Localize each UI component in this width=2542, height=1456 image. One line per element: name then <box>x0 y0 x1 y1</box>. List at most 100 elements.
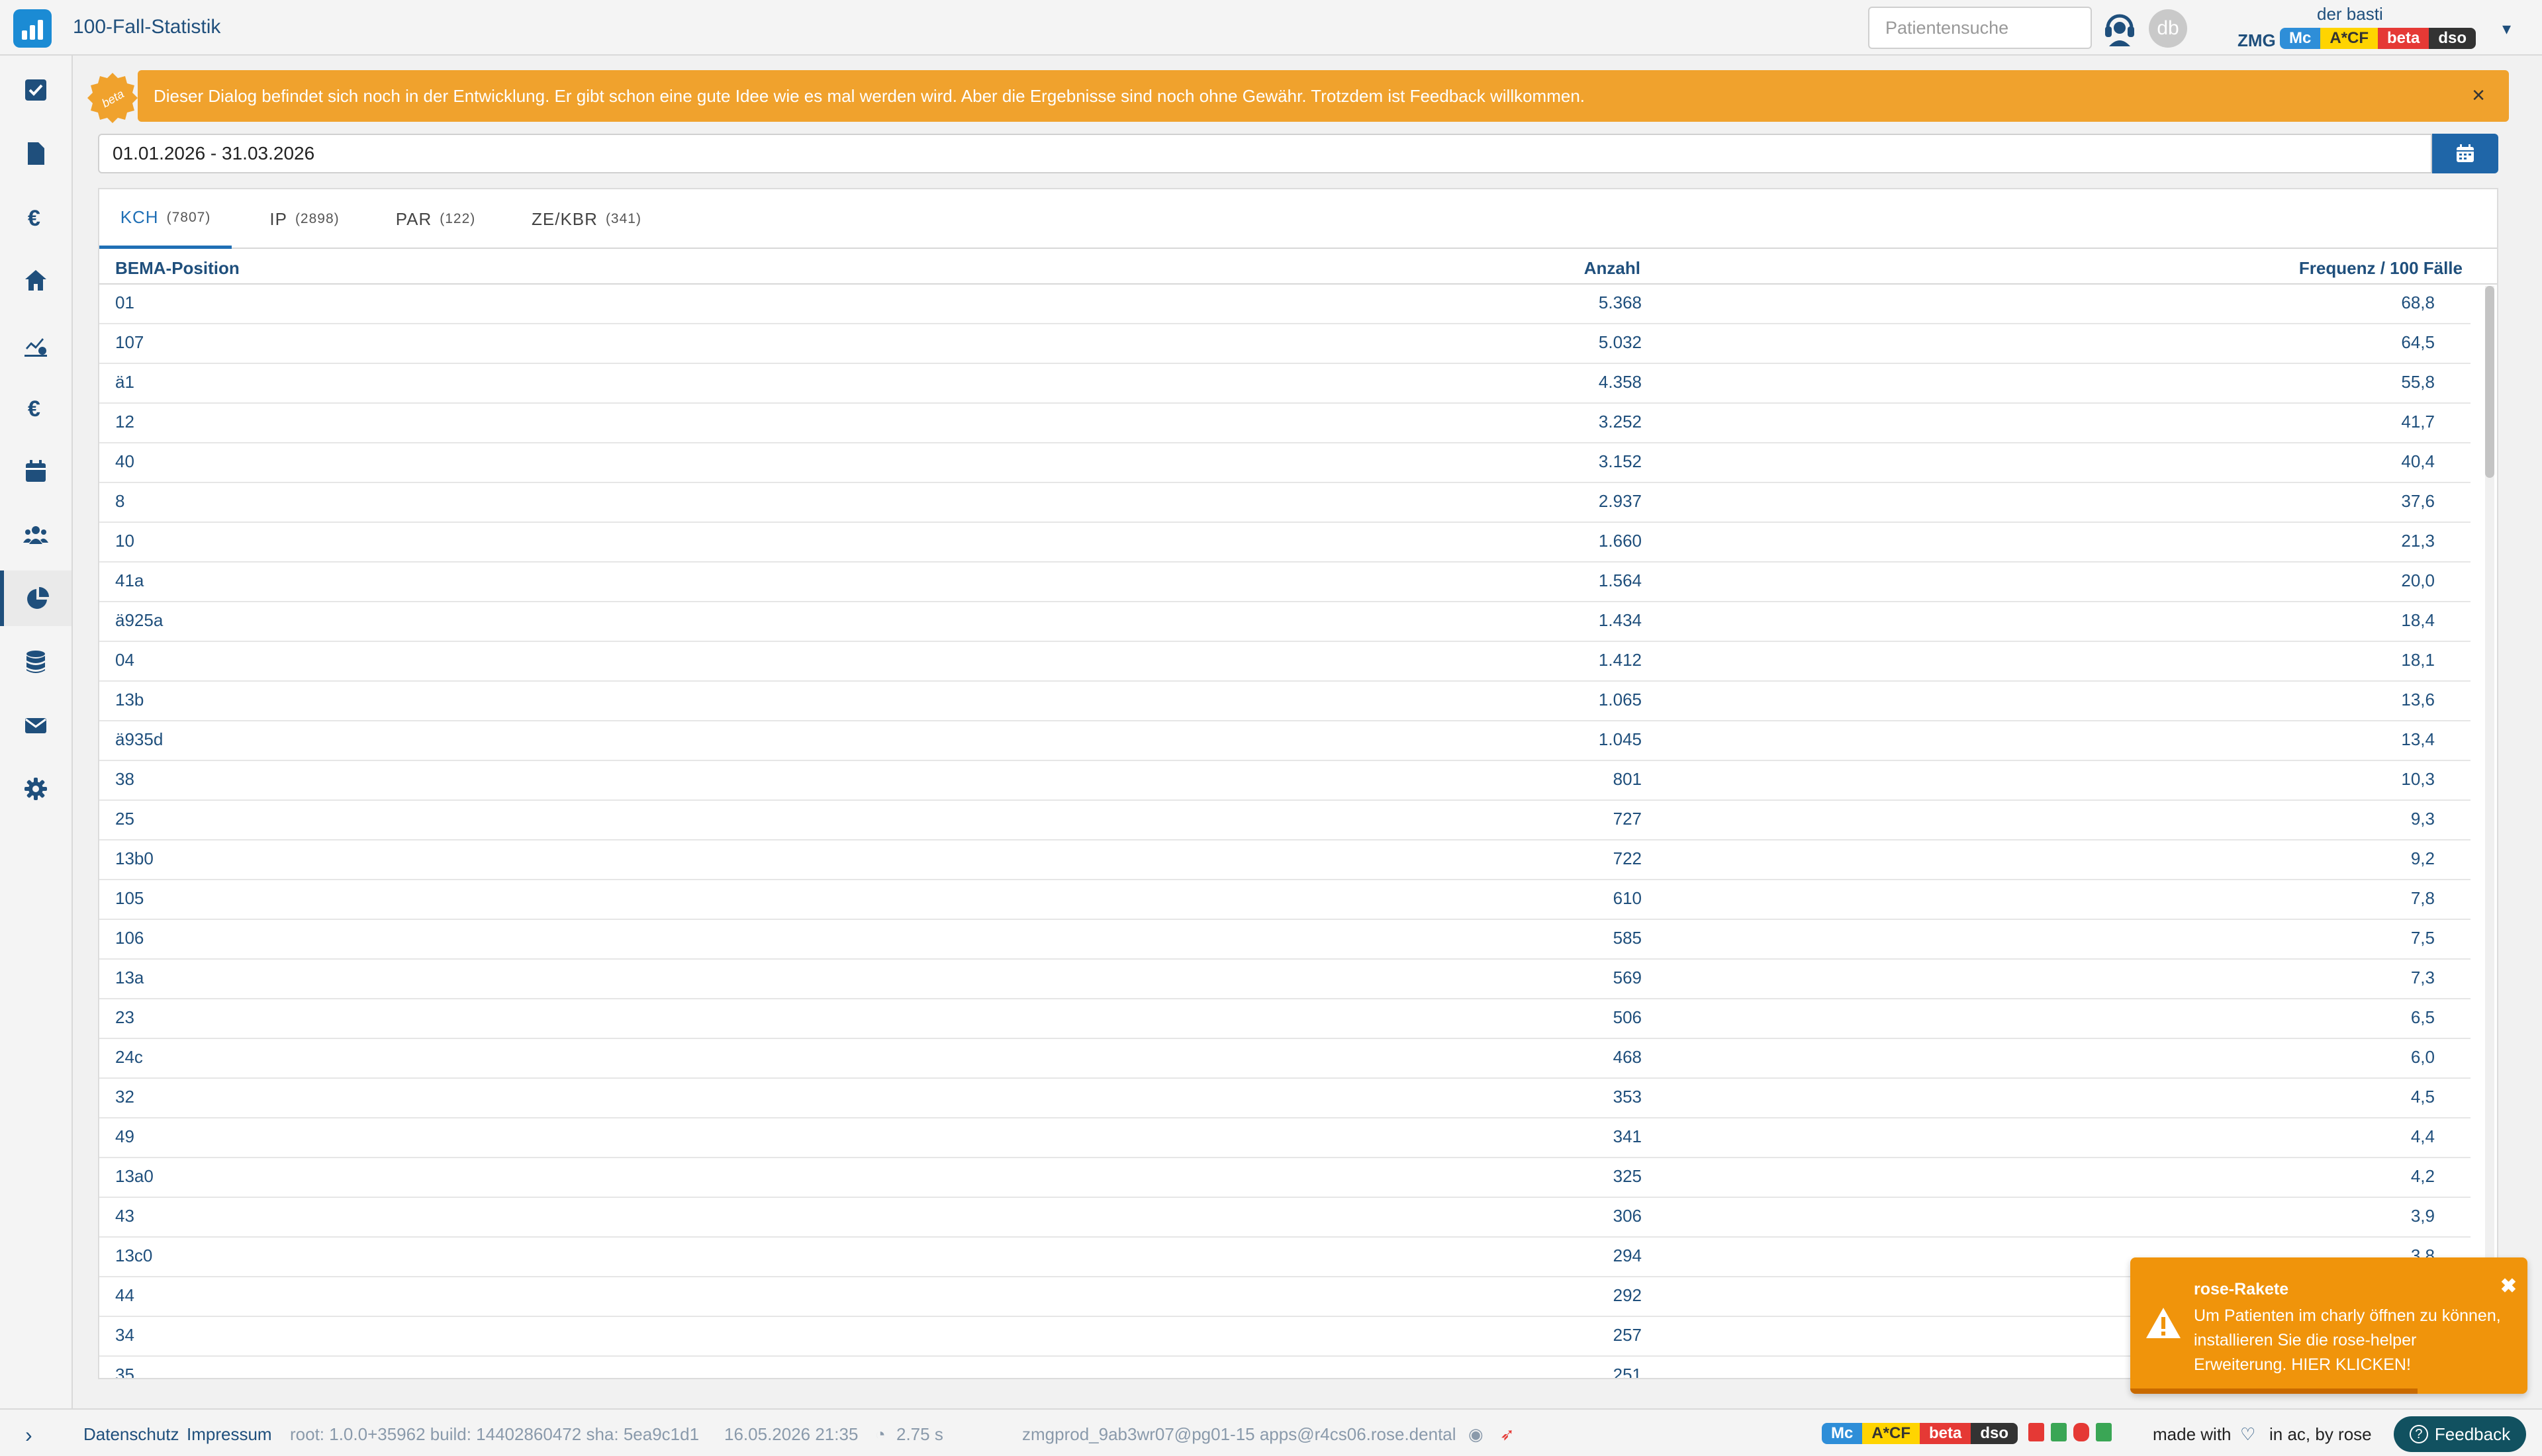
feedback-button[interactable]: ? Feedback <box>2394 1416 2526 1452</box>
version-info: root: 1.0.0+35962 build: 14402860472 sha… <box>290 1424 700 1444</box>
table-row[interactable]: 8 2.937 37,6 <box>99 483 2471 523</box>
table-row[interactable]: 44 292 <box>99 1277 2471 1317</box>
table-row[interactable]: ä925a 1.434 18,4 <box>99 602 2471 642</box>
tab-ze-kbr[interactable]: ZE/KBR (341) <box>500 189 673 249</box>
statistics-card: KCH (7807) IP (2898) PAR (122) ZE/KBR (341) … <box>98 188 2498 1379</box>
patient-search-input[interactable] <box>1868 7 2092 49</box>
table-row[interactable]: 13c0 294 3,8 <box>99 1238 2471 1277</box>
table-row[interactable]: 13b 1.065 13,6 <box>99 682 2471 721</box>
avatar[interactable]: db <box>2149 9 2187 48</box>
footer-status-icons <box>2028 1423 2112 1441</box>
privacy-link[interactable]: Datenschutz <box>83 1424 179 1445</box>
table-row[interactable]: 10 1.660 21,3 <box>99 523 2471 563</box>
rocket-icon[interactable]: ➶ <box>1500 1424 1515 1445</box>
sidebar-item-analytics[interactable] <box>0 316 71 372</box>
table-row[interactable]: 105 610 7,8 <box>99 880 2471 920</box>
table-row[interactable]: 13b0 722 9,2 <box>99 841 2471 880</box>
imprint-link[interactable]: Impressum <box>187 1424 272 1445</box>
rose-rakete-toast[interactable]: rose-Rakete Um Patienten im charly öffne… <box>2130 1257 2527 1394</box>
cell-bema-position: 01 <box>115 293 134 312</box>
cell-frequency: 41,7 <box>2401 412 2435 432</box>
table-row[interactable]: 38 801 10,3 <box>99 761 2471 801</box>
table-row[interactable]: 23 506 6,5 <box>99 999 2471 1039</box>
cell-frequency: 9,2 <box>2410 848 2435 868</box>
table-row[interactable]: 04 1.412 18,1 <box>99 642 2471 682</box>
sidebar-item-tasks[interactable] <box>0 62 71 118</box>
cell-bema-position: ä935d <box>115 729 164 749</box>
table-row[interactable]: 13a 569 7,3 <box>99 960 2471 999</box>
table-row[interactable]: 35 251 <box>99 1357 2471 1378</box>
table-scrollbar[interactable] <box>2485 286 2494 1378</box>
cell-frequency: 40,4 <box>2401 451 2435 471</box>
support-headset-icon[interactable] <box>2101 8 2138 48</box>
cell-frequency: 18,4 <box>2401 610 2435 630</box>
sidebar-item-statistics[interactable] <box>0 570 71 626</box>
banner-close-icon[interactable]: × <box>2467 83 2490 107</box>
column-header-frequency[interactable]: Frequenz / 100 Fälle <box>2299 258 2463 279</box>
cell-count: 727 <box>1613 809 1642 829</box>
user-menu-chevron-down-icon[interactable]: ▾ <box>2502 19 2511 39</box>
user-name[interactable]: der basti <box>2317 4 2383 24</box>
sidebar-expand-chevron-right-icon[interactable]: › <box>25 1423 32 1447</box>
table-row[interactable]: 40 3.152 40,4 <box>99 443 2471 483</box>
server-info: zmgprod_9ab3wr07@pg01-15 apps@r4cs06.ros… <box>1022 1424 1456 1444</box>
app-logo-icon[interactable] <box>13 9 52 48</box>
scrollbar-thumb[interactable] <box>2485 286 2494 478</box>
cell-frequency: 3,9 <box>2410 1206 2435 1226</box>
sidebar-item-settings[interactable] <box>0 761 71 817</box>
sidebar-item-home[interactable] <box>0 253 71 308</box>
calendar-icon <box>2457 144 2474 162</box>
sidebar-item-documents[interactable] <box>0 126 71 181</box>
cell-frequency: 55,8 <box>2401 372 2435 392</box>
sidebar-item-team[interactable] <box>0 507 71 563</box>
table-row[interactable]: 24c 468 6,0 <box>99 1039 2471 1079</box>
status-download-icon[interactable] <box>2096 1423 2112 1441</box>
table-row[interactable]: 107 5.032 64,5 <box>99 324 2471 364</box>
toast-message[interactable]: Um Patienten im charly öffnen zu können,… <box>2194 1304 2505 1377</box>
cell-count: 1.564 <box>1598 570 1642 590</box>
table-row[interactable]: 13a0 325 4,2 <box>99 1158 2471 1198</box>
eye-icon[interactable]: ◉ <box>1468 1424 1483 1445</box>
table-row[interactable]: 34 257 <box>99 1317 2471 1357</box>
toast-close-icon[interactable]: ✖ <box>2500 1275 2517 1298</box>
cell-count: 506 <box>1613 1007 1642 1027</box>
cell-frequency: 37,6 <box>2401 491 2435 511</box>
status-terminal-icon[interactable] <box>2051 1423 2067 1441</box>
cell-bema-position: 10 <box>115 531 134 551</box>
table-row[interactable]: 01 5.368 68,8 <box>99 285 2471 324</box>
warning-icon <box>2146 1308 2181 1338</box>
tab-par[interactable]: PAR (122) <box>369 189 502 249</box>
status-database-icon[interactable] <box>2073 1423 2089 1441</box>
sidebar-item-billing[interactable]: € <box>0 189 71 245</box>
cell-bema-position: 38 <box>115 769 134 789</box>
column-header-count[interactable]: Anzahl <box>1584 258 1640 279</box>
tab-kch[interactable]: KCH (7807) <box>99 189 232 249</box>
cell-frequency: 20,0 <box>2401 570 2435 590</box>
cell-count: 325 <box>1613 1166 1642 1186</box>
cell-bema-position: 24c <box>115 1047 143 1067</box>
cell-count: 1.434 <box>1598 610 1642 630</box>
sidebar-item-database[interactable] <box>0 634 71 690</box>
tab-count: (122) <box>440 211 476 226</box>
calendar-picker-button[interactable] <box>2432 134 2498 173</box>
beta-banner-text: Dieser Dialog befindet sich noch in der … <box>154 85 1585 106</box>
table-row[interactable]: 32 353 4,5 <box>99 1079 2471 1118</box>
tab-count: (7807) <box>166 209 211 225</box>
tab-ip[interactable]: IP (2898) <box>238 189 371 249</box>
cell-frequency: 13,6 <box>2401 690 2435 709</box>
table-row[interactable]: ä935d 1.045 13,4 <box>99 721 2471 761</box>
table-row[interactable]: 25 727 9,3 <box>99 801 2471 841</box>
table-row[interactable]: ä1 4.358 55,8 <box>99 364 2471 404</box>
table-row[interactable]: 106 585 7,5 <box>99 920 2471 960</box>
table-row[interactable]: 49 341 4,4 <box>99 1118 2471 1158</box>
date-range-input[interactable]: 01.01.2026 - 31.03.2026 <box>98 134 2432 173</box>
table-row[interactable]: 12 3.252 41,7 <box>99 404 2471 443</box>
column-header-position[interactable]: BEMA-Position <box>115 258 240 279</box>
sidebar-item-mail[interactable] <box>0 698 71 753</box>
status-printer-icon[interactable] <box>2028 1423 2044 1441</box>
sidebar-item-calendar[interactable] <box>0 443 71 499</box>
sidebar-item-finance[interactable]: € <box>0 380 71 435</box>
table-row[interactable]: 41a 1.564 20,0 <box>99 563 2471 602</box>
cell-count: 257 <box>1613 1325 1642 1345</box>
table-row[interactable]: 43 306 3,9 <box>99 1198 2471 1238</box>
